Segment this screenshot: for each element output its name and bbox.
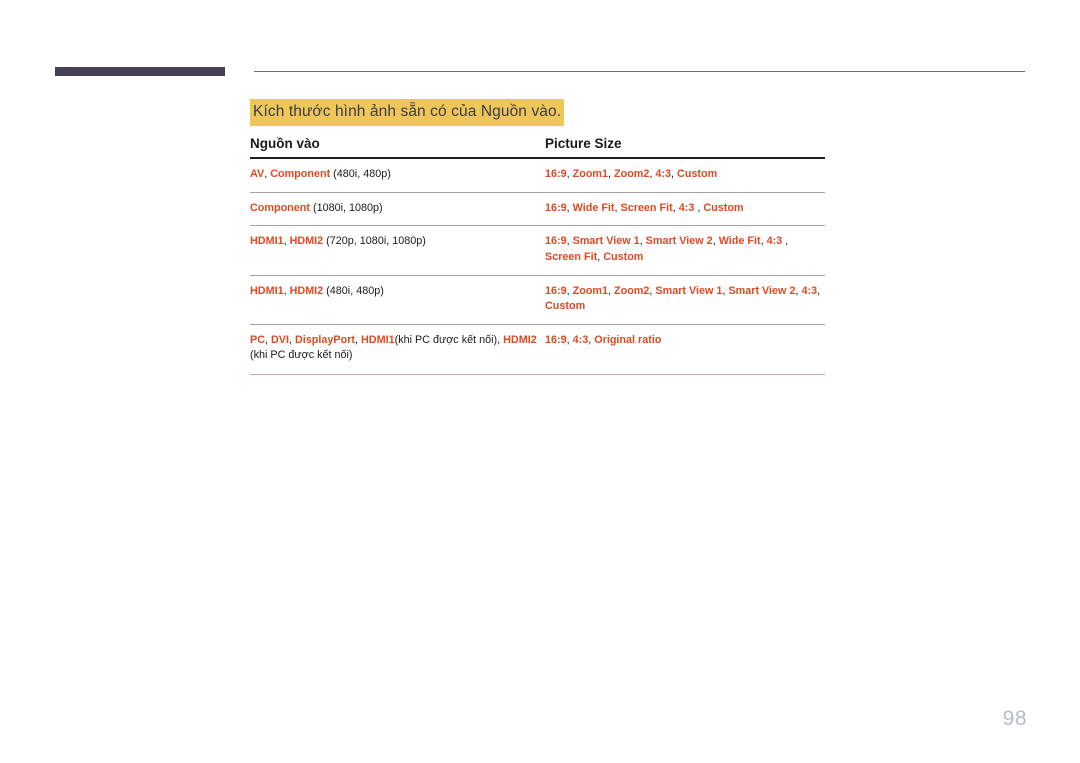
cell-input-source: HDMI1, HDMI2 (480i, 480p) [250, 275, 545, 325]
keyword-token: HDMI1 [361, 333, 395, 346]
page-number: 98 [1002, 707, 1027, 730]
cell-input-source: PC, DVI, DisplayPort, HDMI1(khi PC được … [250, 324, 545, 376]
keyword-token: DVI [271, 333, 289, 346]
plain-token: , [817, 284, 821, 297]
table-row: HDMI1, HDMI2 (480i, 480p) 16:9, Zoom1, Zo… [250, 275, 825, 325]
keyword-token: DisplayPort [295, 333, 355, 346]
keyword-token: 16:9 [545, 201, 567, 214]
plain-token: (480i, 480p) [323, 284, 384, 297]
cell-picture-size: 16:9, Smart View 1, Smart View 2, Wide F… [545, 225, 825, 276]
cell-picture-size: 16:9, Zoom1, Zoom2, Smart View 1, Smart … [545, 275, 825, 325]
keyword-token: 16:9 [545, 235, 567, 248]
keyword-token: AV [250, 168, 265, 180]
section-title-container: Kích thước hình ảnh sẵn có của Nguồn vào… [250, 99, 565, 126]
keyword-token: Smart View 2 [728, 284, 796, 297]
plain-token: , [782, 235, 789, 248]
keyword-token: 4:3 [655, 168, 672, 180]
keyword-token: 4:3 [801, 284, 818, 297]
plain-token: (khi PC được kết nối) [250, 349, 353, 362]
header-decoration-bar [55, 67, 225, 76]
keyword-token: Screen Fit [545, 250, 598, 263]
cell-picture-size: 16:9, Wide Fit, Screen Fit, 4:3 , Custom [545, 192, 825, 227]
keyword-token: 16:9 [545, 333, 567, 346]
keyword-token: Smart View 1 [655, 284, 723, 297]
keyword-token: 4:3 [678, 201, 695, 214]
plain-token: (1080i, 1080p) [309, 201, 383, 214]
keyword-token: HDMI2 [289, 235, 324, 248]
keyword-token: HDMI2 [503, 333, 537, 346]
table-body: AV, Component (480i, 480p) 16:9, Zoom1, Z… [250, 158, 825, 376]
table-row: PC, DVI, DisplayPort, HDMI1(khi PC được … [250, 324, 825, 376]
plain-token: (480i, 480p) [330, 168, 391, 180]
keyword-token: Component [270, 168, 331, 180]
keyword-token: Custom [677, 168, 718, 180]
keyword-token: Smart View 2 [645, 235, 713, 248]
keyword-token: 16:9 [545, 284, 567, 297]
column-header-input-source: Nguồn vào [250, 136, 545, 159]
plain-token: , [694, 201, 704, 214]
table-header-row: Nguồn vào Picture Size [250, 136, 825, 159]
cell-input-source: AV, Component (480i, 480p) [250, 158, 545, 193]
keyword-token: Wide Fit [572, 201, 615, 214]
keyword-token: Original ratio [594, 333, 662, 346]
table-row: HDMI1, HDMI2 (720p, 1080i, 1080p) 16:9, S… [250, 225, 825, 276]
keyword-token: Custom [545, 300, 586, 313]
keyword-token: Wide Fit [718, 235, 761, 248]
table-row: AV, Component (480i, 480p) 16:9, Zoom1, Z… [250, 158, 825, 193]
section-title: Kích thước hình ảnh sẵn có của Nguồn vào… [250, 99, 565, 126]
keyword-token: HDMI2 [289, 284, 324, 297]
keyword-token: Screen Fit [620, 201, 673, 214]
keyword-token: Custom [603, 250, 644, 263]
keyword-token: Component [250, 201, 310, 214]
keyword-token: PC [250, 333, 265, 346]
cell-input-source: Component (1080i, 1080p) [250, 192, 545, 227]
keyword-token: Custom [703, 201, 744, 214]
header-rule [254, 71, 1025, 72]
keyword-token: HDMI1 [250, 235, 284, 248]
plain-token: (720p, 1080i, 1080p) [323, 235, 426, 248]
keyword-token: 4:3 [572, 333, 589, 346]
table-row: Component (1080i, 1080p) 16:9, Wide Fit, … [250, 192, 825, 227]
keyword-token: Zoom2 [614, 168, 650, 180]
keyword-token: 16:9 [545, 168, 567, 180]
cell-picture-size: 16:9, 4:3, Original ratio [545, 324, 825, 376]
document-page: Kích thước hình ảnh sẵn có của Nguồn vào… [0, 0, 1080, 763]
keyword-token: 4:3 [766, 235, 783, 248]
keyword-token: Zoom1 [572, 168, 609, 180]
keyword-token: HDMI1 [250, 284, 284, 297]
column-header-picture-size: Picture Size [545, 136, 825, 159]
picture-size-table: Nguồn vào Picture Size AV, Component (48… [250, 136, 825, 376]
keyword-token: Zoom2 [614, 284, 650, 297]
keyword-token: Smart View 1 [572, 235, 640, 248]
cell-picture-size: 16:9, Zoom1, Zoom2, 4:3, Custom [545, 158, 825, 193]
plain-token: (khi PC được kết nối), [394, 333, 504, 346]
cell-input-source: HDMI1, HDMI2 (720p, 1080i, 1080p) [250, 225, 545, 276]
keyword-token: Zoom1 [572, 284, 609, 297]
